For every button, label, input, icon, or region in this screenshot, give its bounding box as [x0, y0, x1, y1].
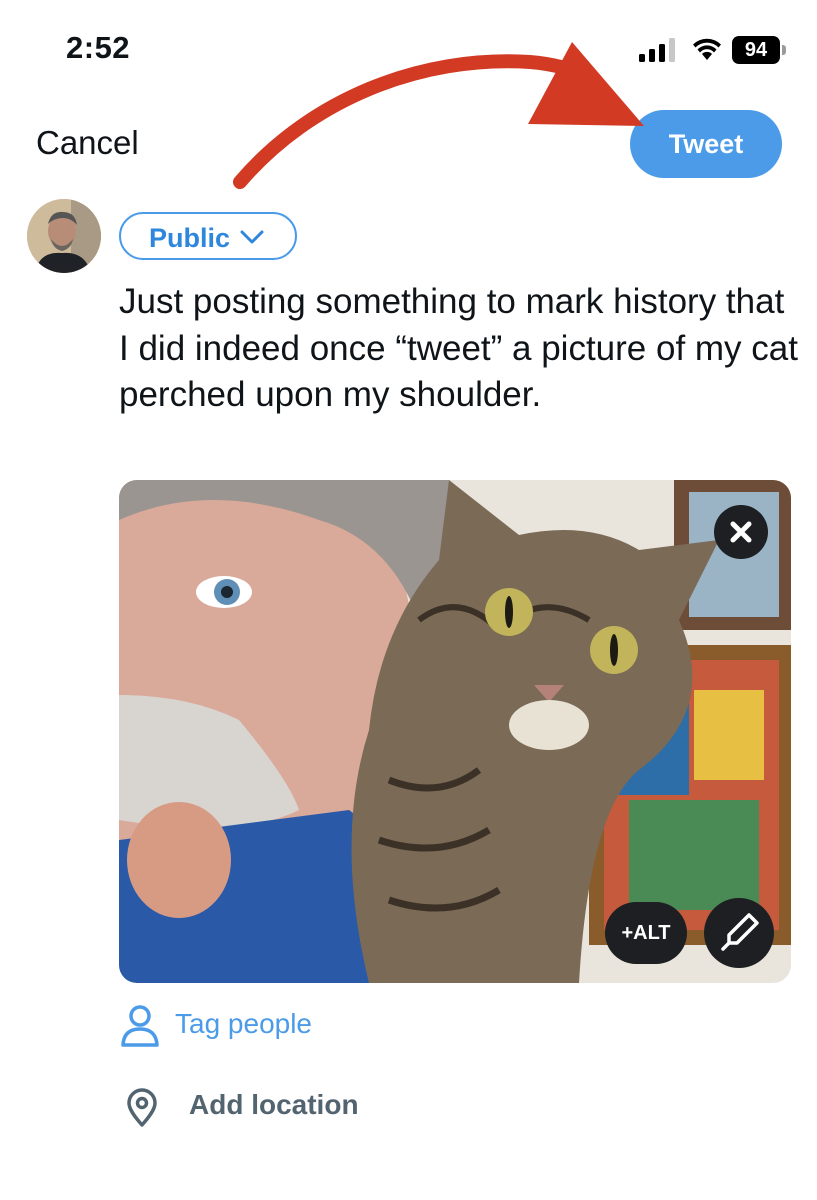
signal-icon: [639, 38, 675, 62]
tweet-button[interactable]: Tweet: [630, 110, 782, 178]
chevron-down-icon: [240, 230, 264, 244]
cancel-button[interactable]: Cancel: [36, 124, 139, 162]
wifi-icon: [693, 38, 721, 60]
battery-level: 94: [732, 36, 780, 64]
tag-people-label: Tag people: [175, 1008, 313, 1039]
edit-photo-button[interactable]: [704, 898, 774, 968]
person-icon: [121, 1005, 159, 1047]
alt-text-button[interactable]: +ALT: [605, 902, 687, 964]
audience-selector[interactable]: Public: [119, 212, 297, 260]
audience-label: Public: [149, 223, 231, 253]
close-icon: [730, 521, 752, 543]
remove-photo-button[interactable]: [714, 505, 768, 559]
add-location-label: Add location: [189, 1089, 359, 1120]
pencil-icon: [721, 913, 759, 951]
attached-photo[interactable]: [119, 480, 791, 983]
avatar[interactable]: [27, 199, 101, 273]
tweet-text[interactable]: Just posting something to mark history t…: [119, 279, 799, 419]
location-pin-icon: [127, 1088, 157, 1127]
battery-icon: 94: [732, 36, 788, 64]
status-time: 2:52: [66, 30, 131, 65]
